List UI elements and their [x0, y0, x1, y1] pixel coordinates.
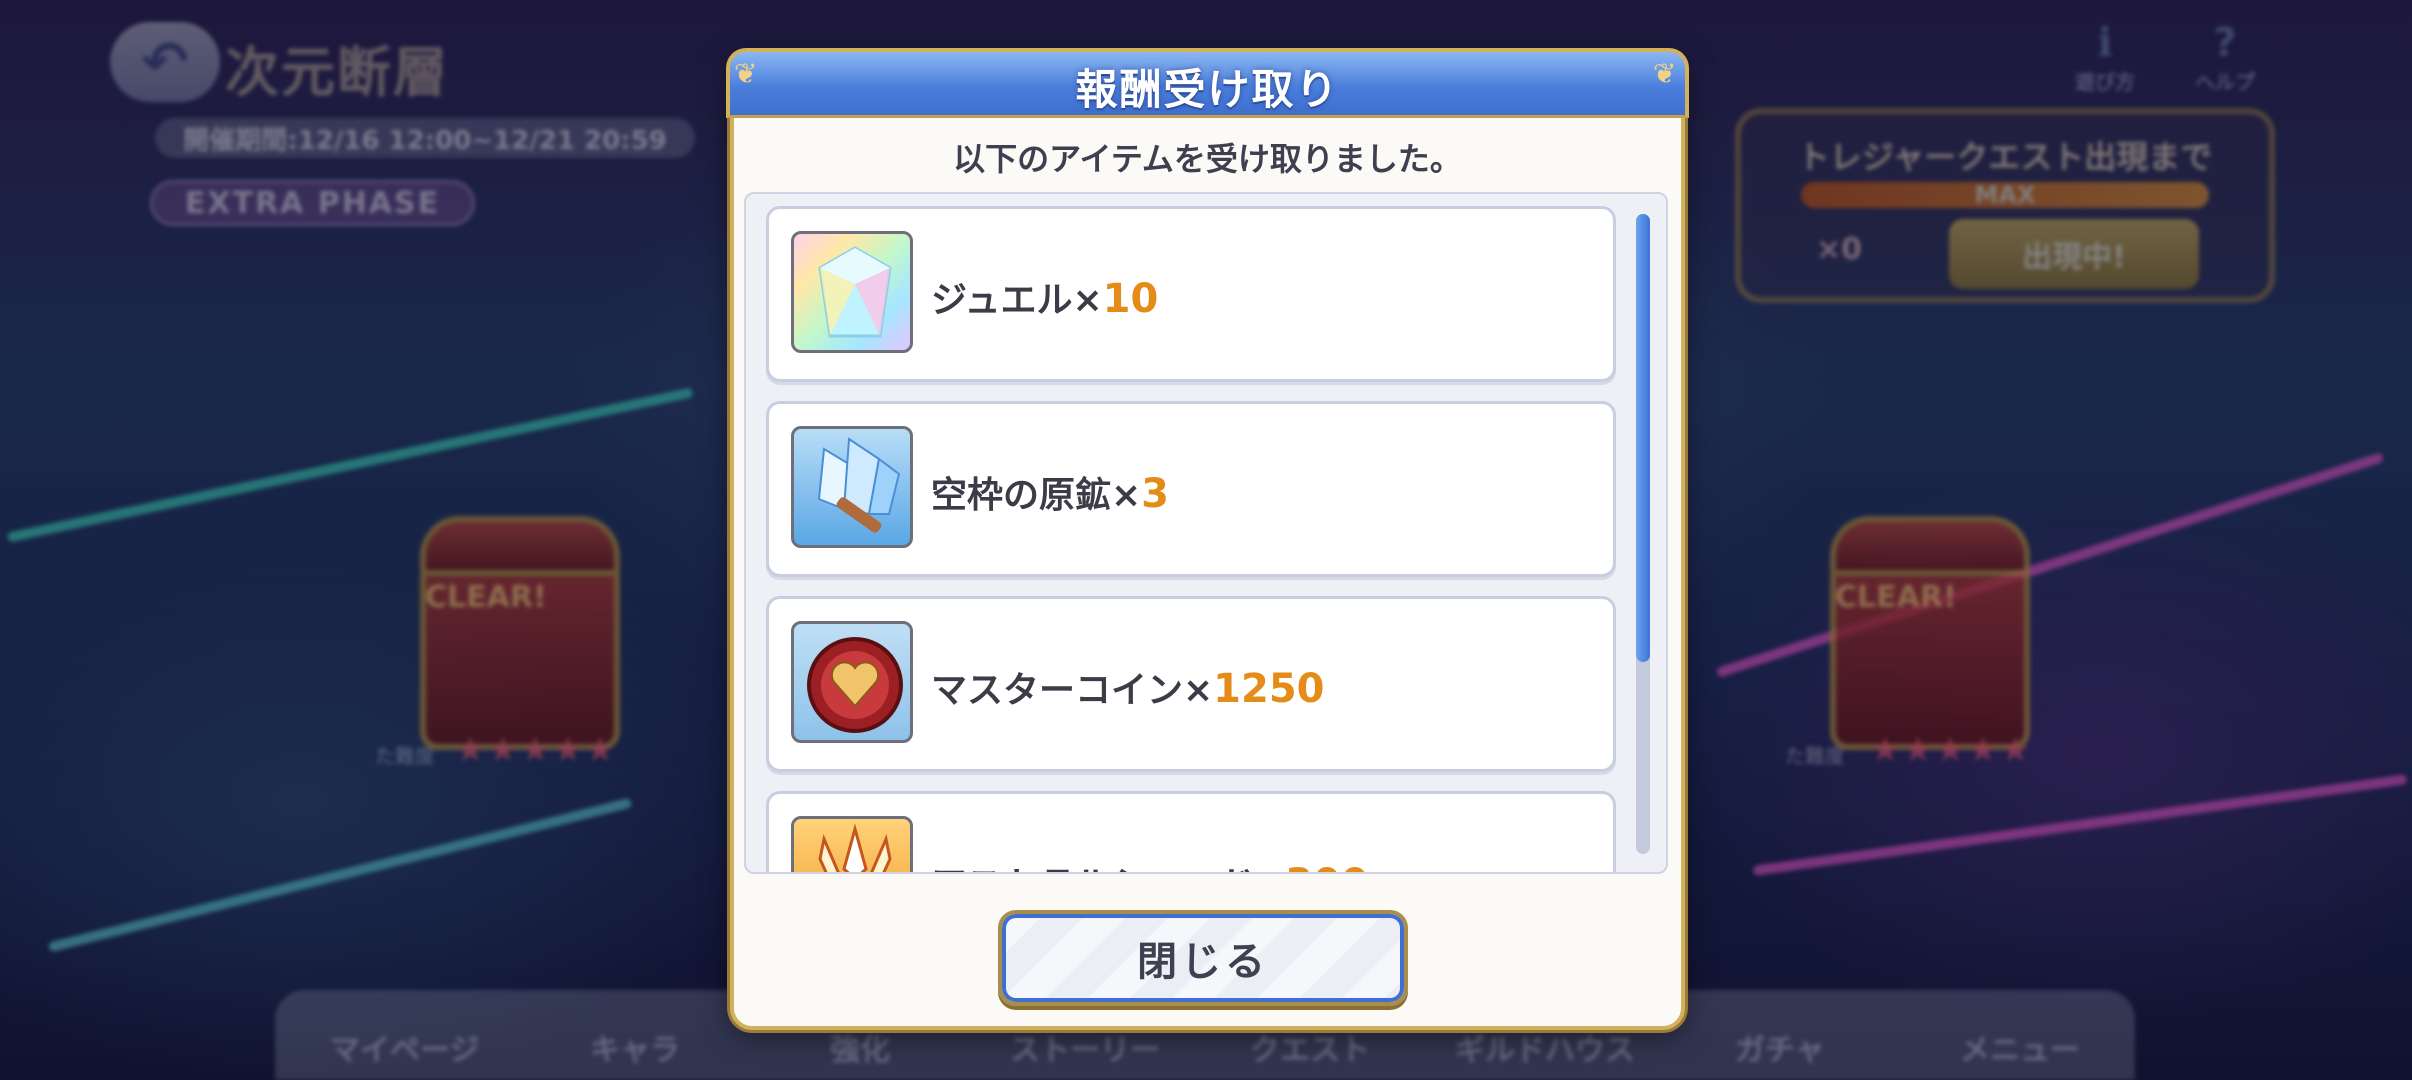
master-coin-icon	[791, 621, 913, 743]
item-name-text: 空枠の原鉱×	[931, 475, 1142, 516]
item-quantity: 300	[1285, 861, 1369, 872]
reward-list-scrollbar[interactable]	[1636, 214, 1650, 854]
reward-item: マスターコイン×1250	[766, 596, 1616, 772]
dialog-message: 以下のアイテムを受け取りました。	[953, 140, 1462, 178]
dialog-header: ❦ ❦ 報酬受け取り	[726, 48, 1689, 118]
item-name-text: アストラルシャード×	[931, 865, 1285, 872]
ore-icon	[791, 426, 913, 548]
item-quantity: 3	[1141, 471, 1170, 517]
item-name-text: マスターコイン×	[931, 670, 1214, 711]
reward-item-name: マスターコイン×1250	[931, 661, 1325, 713]
astral-shard-icon	[791, 816, 913, 872]
reward-item: アストラルシャード×300	[766, 791, 1616, 872]
reward-item-name: ジュエル×10	[931, 271, 1158, 323]
reward-list[interactable]: ジュエル×10 空枠の原鉱×3 マスターコイン×1250	[744, 192, 1668, 874]
item-quantity: 10	[1102, 276, 1159, 322]
scrollbar-thumb[interactable]	[1636, 214, 1650, 662]
item-quantity: 1250	[1213, 666, 1325, 712]
item-name-text: ジュエル×	[931, 280, 1103, 321]
dialog-title: 報酬受け取り	[1075, 65, 1340, 114]
reward-dialog: ❦ ❦ 報酬受け取り 以下のアイテムを受け取りました。 ジュエル×10 空枠の原…	[726, 48, 1689, 1030]
reward-item: 空枠の原鉱×3	[766, 401, 1616, 577]
reward-item-name: 空枠の原鉱×3	[931, 466, 1169, 518]
reward-item-name: アストラルシャード×300	[931, 856, 1369, 872]
jewel-icon	[791, 231, 913, 353]
reward-item: ジュエル×10	[766, 206, 1616, 382]
close-button[interactable]: 閉じる	[998, 910, 1408, 1006]
